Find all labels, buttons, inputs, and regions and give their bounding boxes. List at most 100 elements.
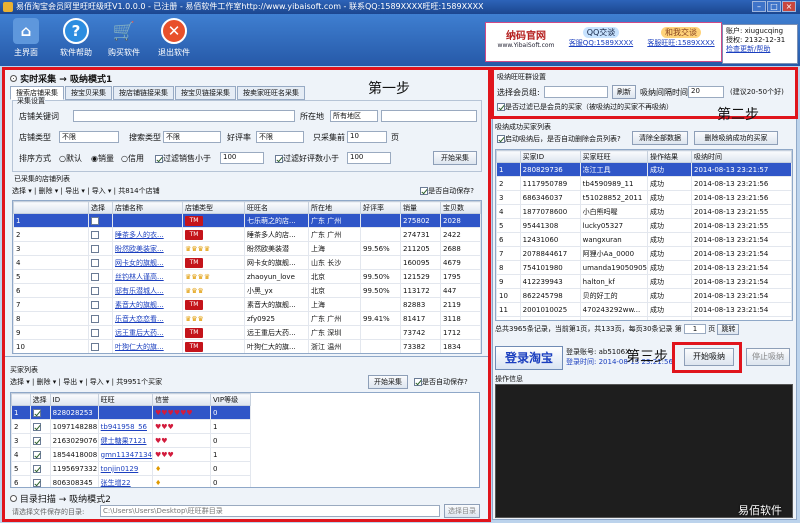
account-link[interactable]: 检查更新/帮助 — [726, 45, 794, 54]
buy-button[interactable]: 🛒 购买软件 — [104, 18, 144, 58]
buy-label: 购买软件 — [108, 48, 140, 57]
absorb-time: 2014-08-13 23:21:57 — [691, 162, 792, 177]
row-number: 7 — [496, 246, 521, 261]
log-title: 操作信息 — [495, 375, 523, 383]
cart-icon: 🛒 — [112, 20, 136, 42]
table-row[interactable]: 8 754101980 umanda19050905 成功 2014-08-13 23:… — [496, 260, 792, 275]
buyer-wangwang: lucky05327 — [579, 218, 649, 233]
log-console[interactable] — [495, 384, 793, 518]
success-col-1[interactable]: 买家旺旺 — [579, 150, 649, 163]
home-button[interactable]: ⌂ 主界面 — [6, 18, 46, 58]
buyer-id: 2078844617 — [519, 246, 581, 261]
row-number: 3 — [496, 190, 521, 205]
success-col-3[interactable]: 吸纳时间 — [691, 150, 792, 163]
row-number: 1 — [496, 162, 521, 177]
success-table-header: 买家ID 买家旺旺 操作结果 吸纳时间 — [496, 150, 792, 163]
success-col-2[interactable]: 操作结果 — [647, 150, 692, 163]
absorb-time: 2014-08-13 23:21:54 — [691, 302, 792, 317]
watermark: 易佰软件 — [738, 504, 782, 517]
result: 成功 — [647, 302, 692, 317]
close-button[interactable]: × — [782, 1, 796, 12]
auto-delete-label: 启动吸纳后，是否自动删除会员列表? — [505, 135, 621, 143]
app-icon — [3, 2, 13, 12]
table-row[interactable]: 3 686346037 t51028852_2011 成功 2014-08-13 23:… — [496, 190, 792, 205]
pager-text: 总共3965条记录，当前第1页，共133页，每页30条记录 第 — [495, 325, 682, 333]
stop-absorb-button[interactable]: 停止吸纳 — [746, 348, 790, 366]
qq-chat-badge: QQ交谈 — [582, 27, 620, 38]
ads-banner: 纳码官网 www.YibaiSoft.com QQ交谈 客服QQ:1589XXX… — [485, 22, 722, 62]
buyer-wangwang: umanda19050905 — [579, 260, 649, 275]
table-row[interactable]: 11 2001010025 470243292ww... 成功 2014-08-13 2… — [496, 302, 792, 317]
table-row[interactable]: 1 280829736 冻江工具 成功 2014-08-13 23:21:57 — [496, 162, 792, 177]
minimize-button[interactable]: – — [752, 1, 766, 12]
buyer-id: 12431060 — [519, 232, 581, 247]
home-icon: ⌂ — [13, 18, 39, 44]
buyer-wangwang: 470243292ww... — [579, 302, 649, 317]
success-table: 买家ID 买家旺旺 操作结果 吸纳时间 1 280829736 冻江工具 成功 2014-08… — [495, 149, 793, 321]
home-label: 主界面 — [14, 48, 38, 57]
account-info: 账户: xiugucqing 授权: 2132-12-31 检查更新/帮助 — [722, 24, 798, 64]
table-row[interactable]: 2 1117950789 tb4590989_11 成功 2014-08-13 23:2… — [496, 176, 792, 191]
window-title: 易佰淘宝会员阿里旺旺级旺V1.0.0.0 - 已注册 - 易佰软件工作室http… — [16, 2, 484, 11]
absorb-time: 2014-08-13 23:21:54 — [691, 232, 792, 247]
maximize-button[interactable]: □ — [767, 1, 781, 12]
step3-label: 第三步 — [626, 349, 668, 365]
absorb-time: 2014-08-13 23:21:55 — [691, 204, 792, 219]
pager-page-input[interactable]: 1 — [684, 324, 706, 334]
help-button[interactable]: ? 软件帮助 — [56, 18, 96, 58]
buyer-wangwang: 小白熊吗喔 — [579, 204, 649, 219]
ad-qq[interactable]: QQ交谈 客服QQ:1589XXXX — [566, 27, 636, 48]
success-table-body: 1 280829736 冻江工具 成功 2014-08-13 23:21:57 2 1117… — [496, 162, 792, 320]
buyer-wangwang: t51028852_2011 — [579, 190, 649, 205]
table-row[interactable]: 5 95441308 lucky05327 成功 2014-08-13 23:21:55 — [496, 218, 792, 233]
delete-success-button[interactable]: 删除吸纳成功的买家 — [694, 131, 778, 145]
table-row[interactable]: 7 2078844617 阿狸小Aa_0000 成功 2014-08-13 23:21:… — [496, 246, 792, 261]
row-number: 11 — [496, 302, 521, 317]
buyer-id: 1117950789 — [519, 176, 581, 191]
login-taobao-button[interactable]: 登录淘宝 — [495, 346, 563, 370]
absorb-time: 2014-08-13 23:21:54 — [691, 316, 792, 320]
success-col-0[interactable]: 买家ID — [519, 150, 581, 163]
step1-label: 第一步 — [368, 81, 410, 97]
table-row[interactable]: 9 412239943 halton_kf 成功 2014-08-13 23:21:54 — [496, 274, 792, 289]
wangwang-chat-badge: 和我交谈 — [661, 27, 701, 38]
exit-button[interactable]: ✕ 退出软件 — [154, 18, 194, 58]
buyer-id: 2001010025 — [519, 302, 581, 317]
table-row[interactable]: 10 862245798 贝的好工的 成功 2014-08-13 23:21:54 — [496, 288, 792, 303]
ad-official[interactable]: 纳码官网 www.YibaiSoft.com — [492, 27, 560, 49]
result: 成功 — [647, 288, 692, 303]
result: 成功 — [647, 190, 692, 205]
buyer-id: 686346037 — [519, 190, 581, 205]
buyer-id: 95441308 — [519, 218, 581, 233]
absorb-time: 2014-08-13 23:21:54 — [691, 288, 792, 303]
row-number: 10 — [496, 288, 521, 303]
absorb-time: 2014-08-13 23:21:56 — [691, 176, 792, 191]
buyer-id: 721003641 — [519, 316, 581, 320]
buyer-id: 412239943 — [519, 274, 581, 289]
result: 成功 — [647, 204, 692, 219]
pager-go-button[interactable]: 跳转 — [717, 324, 740, 335]
buyer-id: 862245798 — [519, 288, 581, 303]
result: 成功 — [647, 218, 692, 233]
row-number: 8 — [496, 260, 521, 275]
buyer-wangwang: 贝的好工的 — [579, 288, 649, 303]
step3-highlight — [672, 342, 742, 373]
success-title: 吸纳成功买家列表 — [495, 123, 551, 131]
table-row[interactable]: 12721003641小夜买的七十成功2014-08-13 23:21:54 — [496, 316, 792, 320]
table-row[interactable]: 4 1877078600 小白熊吗喔 成功 2014-08-13 23:21:55 — [496, 204, 792, 219]
step2-label: 第二步 — [717, 107, 759, 123]
result: 成功 — [647, 316, 692, 320]
row-number: 9 — [496, 274, 521, 289]
buyer-wangwang: tb4590989_11 — [579, 176, 649, 191]
buyer-wangwang: 冻江工具 — [579, 162, 649, 177]
exit-icon: ✕ — [161, 18, 187, 44]
clear-all-button[interactable]: 清除全部数据 — [632, 131, 688, 145]
exit-label: 退出软件 — [158, 48, 190, 57]
ad-wangwang[interactable]: 和我交谈 客服旺旺:1589XXXX — [642, 27, 720, 48]
ad-official-title: 纳码官网 — [506, 31, 546, 42]
pager-unit: 页 — [708, 325, 716, 333]
table-row[interactable]: 6 12431060 wangxuran 成功 2014-08-13 23:21:54 — [496, 232, 792, 247]
auto-delete-checkbox[interactable]: 启动吸纳后，是否自动删除会员列表? — [497, 134, 621, 144]
buyer-wangwang: wangxuran — [579, 232, 649, 247]
absorb-time: 2014-08-13 23:21:54 — [691, 246, 792, 261]
